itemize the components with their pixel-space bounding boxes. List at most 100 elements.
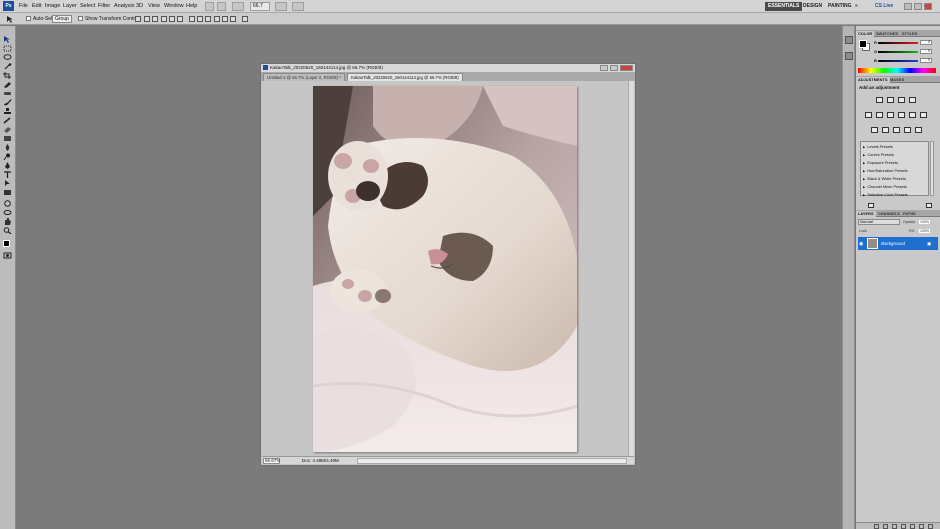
horizontal-scrollbar[interactable] bbox=[357, 458, 627, 464]
foreground-color-swatch[interactable] bbox=[3, 240, 10, 247]
more-workspaces-button[interactable]: » bbox=[852, 2, 861, 11]
close-button[interactable] bbox=[924, 3, 932, 10]
status-doc-size[interactable]: Doc: 4.49M/4.49M bbox=[302, 458, 339, 464]
fill-field[interactable]: 100% bbox=[919, 229, 930, 233]
history-panel-icon[interactable] bbox=[845, 36, 853, 44]
curves-icon[interactable] bbox=[898, 97, 905, 103]
cat-photo[interactable] bbox=[313, 86, 577, 452]
align-vcenter-icon[interactable] bbox=[144, 16, 150, 22]
menu-3d[interactable]: 3D bbox=[136, 3, 143, 9]
tab-layers[interactable]: LAYERS bbox=[856, 211, 876, 217]
link-layers-icon[interactable] bbox=[874, 524, 879, 529]
vertical-scrollbar[interactable] bbox=[628, 81, 634, 457]
mini-bridge-button[interactable] bbox=[217, 2, 226, 11]
align-top-icon[interactable] bbox=[135, 16, 141, 22]
doc-maximize-button[interactable] bbox=[610, 65, 618, 71]
show-transform-checkbox[interactable] bbox=[78, 16, 83, 21]
pen-tool-icon[interactable] bbox=[3, 162, 12, 169]
3d-rotate-tool-icon[interactable] bbox=[3, 200, 12, 207]
menu-analysis[interactable]: Analysis bbox=[114, 3, 134, 9]
preset-hue-saturation[interactable]: Hue/Saturation Presets bbox=[863, 168, 907, 173]
screen-mode-button[interactable] bbox=[292, 2, 304, 11]
brightness-icon[interactable] bbox=[876, 97, 883, 103]
opacity-field[interactable]: 100% bbox=[919, 220, 930, 224]
workspace-design[interactable]: DESIGN bbox=[800, 2, 825, 11]
auto-align-layers-icon[interactable] bbox=[242, 16, 248, 22]
arrange-documents-button[interactable] bbox=[275, 2, 287, 11]
photo-filter-icon[interactable] bbox=[909, 112, 916, 118]
restore-button[interactable] bbox=[914, 3, 922, 10]
move-tool-icon[interactable] bbox=[3, 36, 12, 43]
layer-name[interactable]: Background bbox=[881, 241, 905, 246]
bridge-button[interactable] bbox=[205, 2, 214, 11]
menu-file[interactable]: File bbox=[19, 3, 28, 9]
menu-filter[interactable]: Filter bbox=[98, 3, 110, 9]
doc-close-button[interactable] bbox=[620, 65, 633, 71]
black-white-icon[interactable] bbox=[898, 112, 905, 118]
tab-kakaotalk-image[interactable]: KakaoTalk_20220620_160144114.jpg @ 66.7%… bbox=[347, 73, 463, 81]
new-adjustment-icon[interactable] bbox=[901, 524, 906, 529]
layer-style-icon[interactable] bbox=[883, 524, 888, 529]
visibility-eye-icon[interactable]: ◉ bbox=[859, 241, 863, 247]
distribute-bottom-icon[interactable] bbox=[205, 16, 211, 22]
menu-layer[interactable]: Layer bbox=[63, 3, 77, 9]
blend-mode-select[interactable]: Normal bbox=[858, 219, 900, 225]
preset-selective-color[interactable]: Selective Color Presets bbox=[863, 192, 907, 197]
align-right-icon[interactable] bbox=[177, 16, 183, 22]
new-group-icon[interactable] bbox=[910, 524, 915, 529]
distribute-top-icon[interactable] bbox=[189, 16, 195, 22]
hue-saturation-icon[interactable] bbox=[876, 112, 883, 118]
minimize-button[interactable] bbox=[904, 3, 912, 10]
slider-b-track[interactable] bbox=[878, 60, 918, 62]
tab-color[interactable]: COLOR bbox=[856, 31, 875, 37]
spot-healing-tool-icon[interactable] bbox=[3, 90, 12, 97]
gradient-tool-icon[interactable] bbox=[3, 135, 12, 142]
preset-black-white[interactable]: Black & White Presets bbox=[863, 176, 906, 181]
slider-g-value[interactable]: 0 bbox=[920, 49, 932, 54]
brush-presets-panel-icon[interactable] bbox=[845, 52, 853, 60]
color-balance-icon[interactable] bbox=[887, 112, 894, 118]
vibrance-icon[interactable] bbox=[865, 112, 872, 118]
tab-paths[interactable]: PATHS bbox=[901, 211, 918, 217]
lasso-tool-icon[interactable] bbox=[3, 54, 12, 61]
slider-r-track[interactable] bbox=[878, 42, 918, 44]
align-hcenter-icon[interactable] bbox=[169, 16, 175, 22]
view-extras-button[interactable] bbox=[232, 2, 244, 11]
workspace-essentials[interactable]: ESSENTIALS bbox=[765, 2, 803, 11]
clip-to-layer-icon[interactable] bbox=[868, 203, 874, 208]
add-mask-icon[interactable] bbox=[892, 524, 897, 529]
align-bottom-icon[interactable] bbox=[152, 16, 158, 22]
eraser-tool-icon[interactable] bbox=[3, 126, 12, 133]
new-layer-icon[interactable] bbox=[919, 524, 924, 529]
levels-icon[interactable] bbox=[887, 97, 894, 103]
slider-g-track[interactable] bbox=[878, 51, 918, 53]
tab-swatches[interactable]: SWATCHES bbox=[874, 31, 900, 37]
marquee-tool-icon[interactable] bbox=[3, 45, 12, 52]
distribute-hcenter-icon[interactable] bbox=[222, 16, 228, 22]
align-left-icon[interactable] bbox=[161, 16, 167, 22]
invert-icon[interactable] bbox=[871, 127, 878, 133]
menu-image[interactable]: Image bbox=[45, 3, 60, 9]
quick-selection-tool-icon[interactable] bbox=[3, 63, 12, 70]
posterize-icon[interactable] bbox=[882, 127, 889, 133]
reset-adjustment-icon[interactable] bbox=[926, 203, 932, 208]
workspace-painting[interactable]: PAINTING bbox=[825, 2, 855, 11]
tab-styles[interactable]: STYLES bbox=[900, 31, 919, 37]
auto-select-checkbox[interactable] bbox=[26, 16, 31, 21]
document-titlebar[interactable]: KakaoTalk_20220620_160144114.jpg @ 66.7%… bbox=[261, 64, 635, 72]
delete-layer-icon[interactable] bbox=[928, 524, 933, 529]
tab-masks[interactable]: MASKS bbox=[888, 77, 906, 83]
zoom-tool-icon[interactable] bbox=[3, 227, 12, 234]
menu-help[interactable]: Help bbox=[186, 3, 197, 9]
auto-select-dropdown[interactable]: Group bbox=[52, 15, 72, 23]
tab-channels[interactable]: CHANNELS bbox=[876, 211, 902, 217]
type-tool-icon[interactable] bbox=[3, 171, 12, 178]
channel-mixer-icon[interactable] bbox=[920, 112, 927, 118]
layer-row-background[interactable]: ◉ Background ▣ bbox=[858, 237, 938, 250]
selective-color-icon[interactable] bbox=[915, 127, 922, 133]
color-panel-fg-swatch[interactable] bbox=[859, 40, 867, 48]
presets-scrollbar[interactable] bbox=[930, 141, 934, 196]
tab-untitled-1[interactable]: Untitled-1 @ 66.7% (Layer 2, RGB/8) * bbox=[263, 73, 345, 81]
history-brush-tool-icon[interactable] bbox=[3, 117, 12, 124]
shape-tool-icon[interactable] bbox=[3, 189, 12, 196]
